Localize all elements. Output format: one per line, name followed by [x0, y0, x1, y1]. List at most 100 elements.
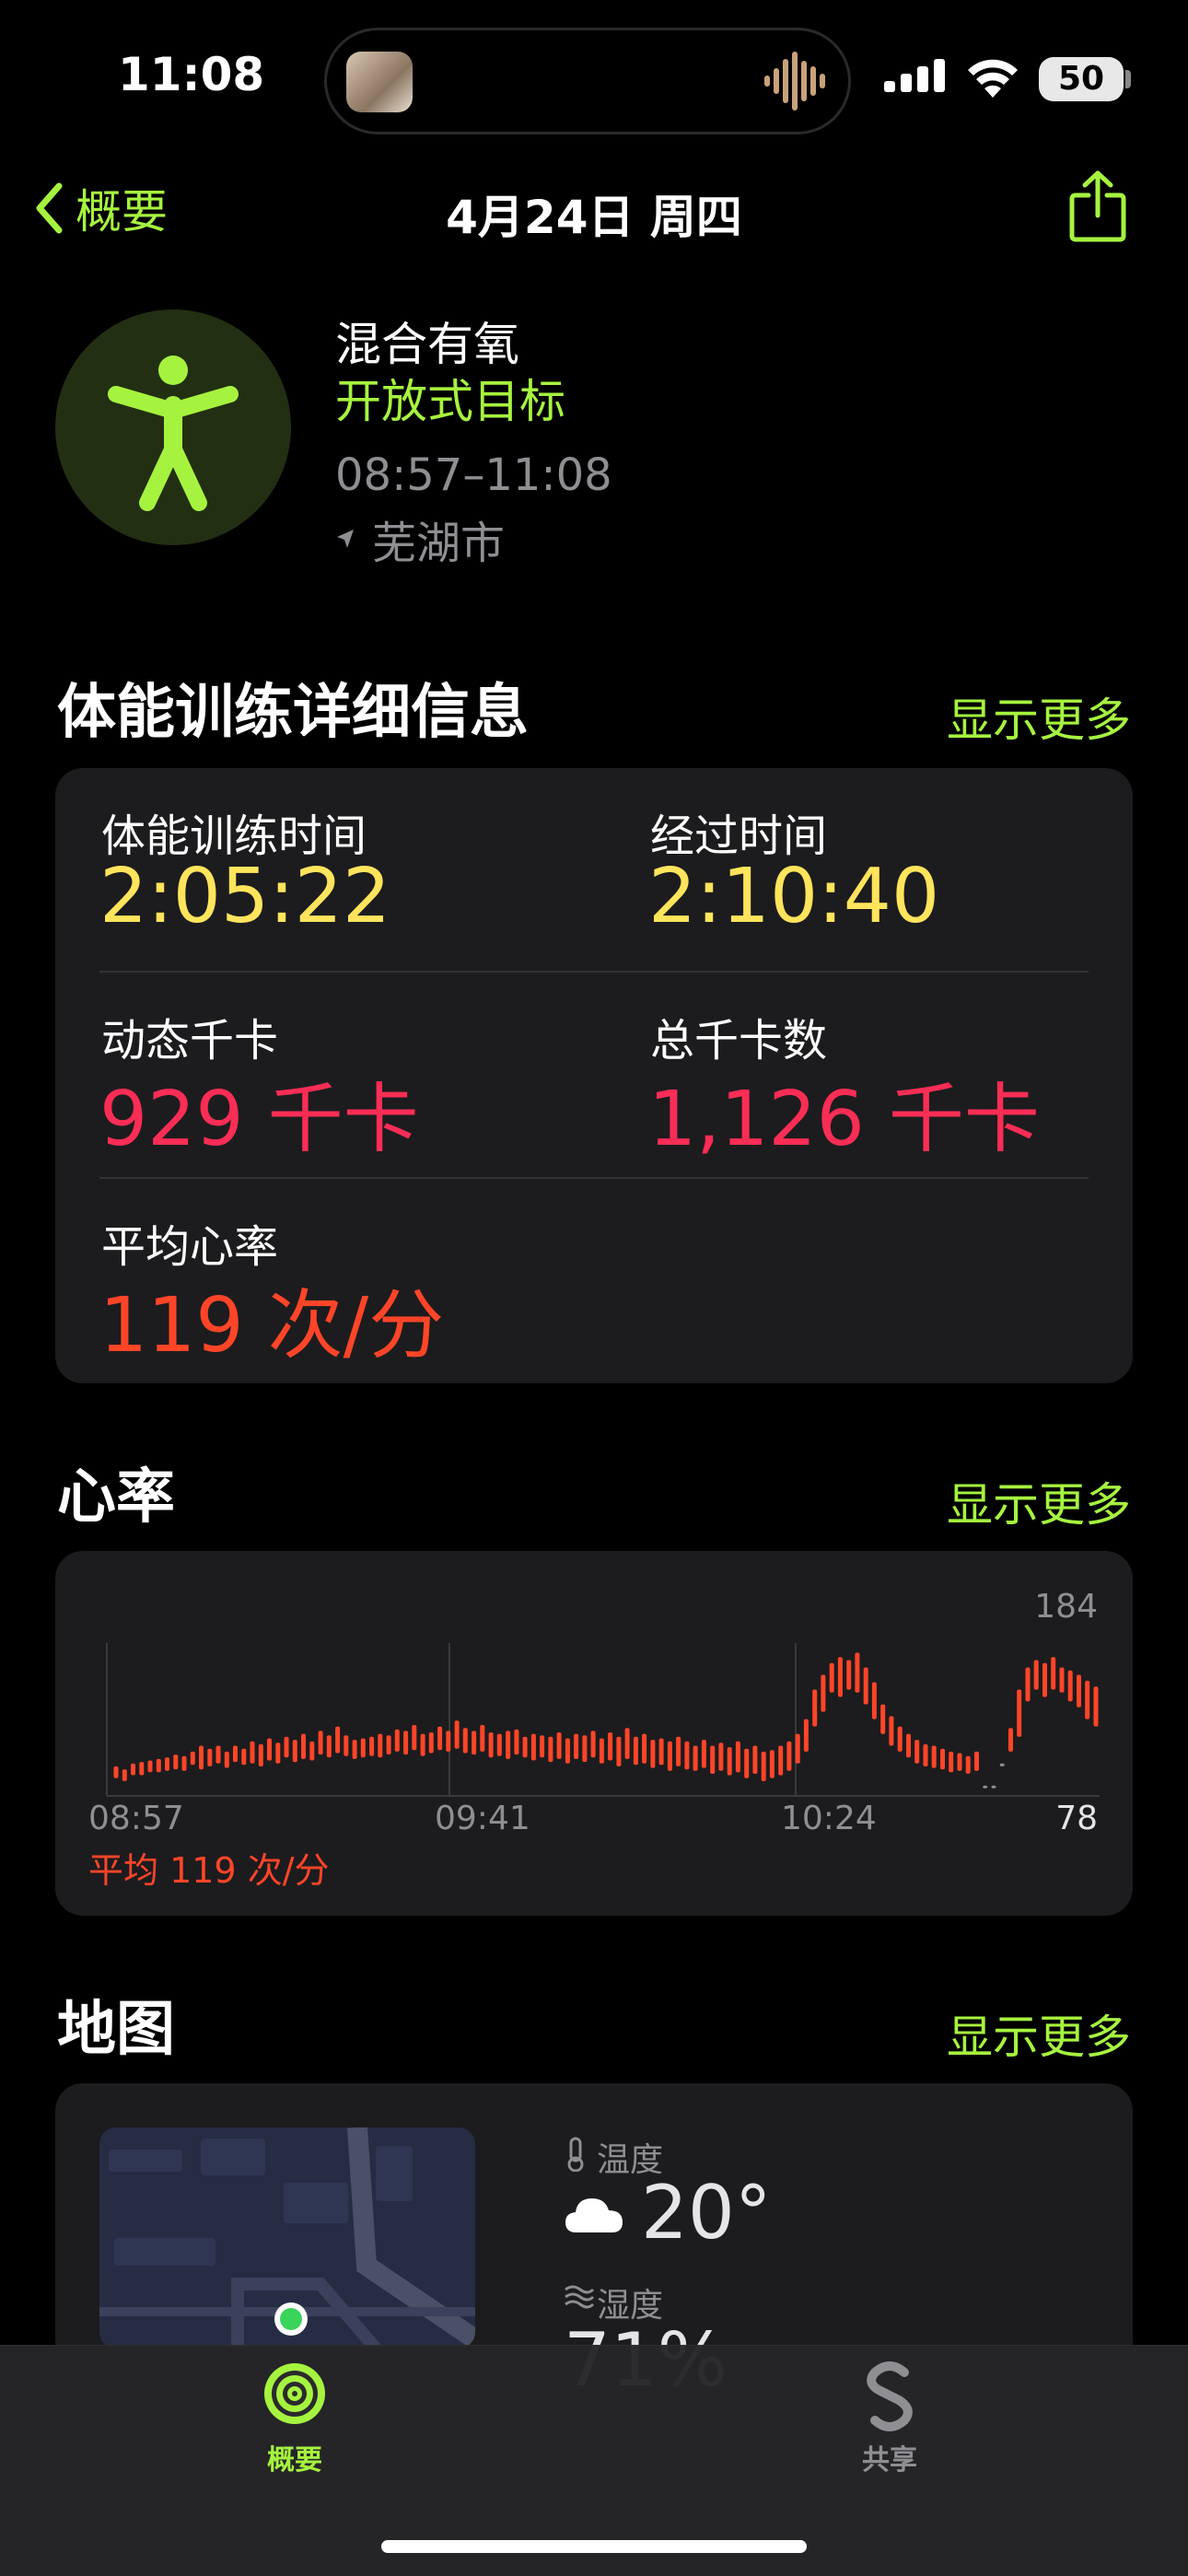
hr-bar: [309, 1741, 315, 1761]
hr-bar: [181, 1755, 187, 1771]
hr-bar: [540, 1735, 545, 1758]
workout-goal: 开放式目标: [335, 375, 565, 428]
hr-bar: [931, 1745, 937, 1768]
hr-bar: [1093, 1686, 1099, 1727]
workout-time-range: 08:57–11:08: [335, 449, 612, 501]
hr-bar: [658, 1738, 664, 1766]
hr-bar: [855, 1652, 860, 1693]
hr-bar: [233, 1745, 238, 1763]
hr-bar: [267, 1738, 272, 1761]
hr-bar: [718, 1743, 724, 1771]
hr-bar: [812, 1689, 818, 1727]
workout-type-badge: [55, 309, 291, 545]
hr-bar: [318, 1731, 323, 1755]
hr-bar: [462, 1728, 468, 1754]
details-section-title: 体能训练详细信息: [57, 679, 529, 747]
thermometer-icon: [567, 2137, 584, 2172]
hr-bar: [1017, 1689, 1022, 1737]
hr-bar: [472, 1731, 477, 1755]
tab-sharing[interactable]: 共享: [816, 2360, 963, 2489]
hr-bar: [1085, 1680, 1090, 1719]
hr-x-label-mid: 09:41: [435, 1800, 530, 1837]
location-text: 芜湖市: [372, 518, 506, 569]
wifi-icon: [968, 59, 1018, 98]
share-icon[interactable]: [1068, 169, 1127, 243]
temperature-value: 20°: [641, 2170, 772, 2255]
hr-bar: [633, 1736, 638, 1766]
hr-bar: [122, 1769, 127, 1781]
home-indicator: [381, 2540, 807, 2553]
tab-sharing-label: 共享: [862, 2444, 917, 2477]
hr-bar: [284, 1736, 289, 1758]
hr-bar: [650, 1740, 656, 1768]
hr-bar: [335, 1726, 341, 1754]
hr-min-label: 78: [1055, 1800, 1098, 1837]
battery-indicator: 50: [1039, 57, 1124, 101]
heart-rate-card[interactable]: 184 08:57 09:41 10:24 78 平均 119 次/分: [55, 1551, 1133, 1916]
hr-bar: [949, 1751, 954, 1773]
hr-bar: [880, 1704, 886, 1734]
tab-summary[interactable]: 概要: [221, 2360, 368, 2489]
hr-bar: [744, 1748, 750, 1778]
hr-bar: [676, 1736, 681, 1766]
hr-x-label-start: 08:57: [88, 1800, 184, 1837]
hr-bar: [1042, 1662, 1047, 1697]
active-kcal-unit: 千卡: [267, 1076, 419, 1163]
chevron-left-icon: [36, 182, 63, 234]
hr-bar: [846, 1660, 852, 1690]
audio-waveform-icon: [764, 52, 825, 111]
hr-bar: [454, 1720, 460, 1749]
divider: [99, 1177, 1089, 1179]
hr-bar: [906, 1733, 911, 1758]
back-label: 概要: [76, 185, 168, 239]
hr-bar: [147, 1760, 153, 1773]
sharing-icon: [867, 2361, 913, 2431]
details-card[interactable]: 体能训练时间 2:05:22 经过时间 2:10:40 动态千卡 929 千卡 …: [55, 768, 1133, 1383]
divider: [99, 971, 1089, 973]
hr-bar: [821, 1674, 826, 1712]
hr-bar: [403, 1731, 409, 1755]
cellular-signal-icon: [884, 59, 945, 92]
hr-bar: [616, 1736, 622, 1766]
hr-bar: [803, 1719, 809, 1752]
hr-bar: [974, 1751, 979, 1771]
hr-bar: [292, 1740, 297, 1763]
hr-bar: [565, 1738, 570, 1764]
avg-hr-unit: 次/分: [267, 1282, 445, 1370]
hr-bar: [530, 1733, 536, 1761]
hr-bar: [412, 1725, 417, 1751]
elapsed-time-value: 2:10:40: [648, 853, 940, 940]
back-button[interactable]: 概要: [35, 175, 168, 241]
heart-rate-section-title: 心率: [57, 1463, 175, 1532]
hr-bar: [608, 1732, 613, 1761]
hr-bar: [301, 1733, 306, 1759]
hr-bar: [165, 1757, 169, 1771]
total-kcal-unit: 千卡: [888, 1076, 1040, 1163]
hr-bar: [983, 1785, 988, 1789]
hr-bar: [897, 1726, 903, 1752]
hr-bar: [999, 1763, 1005, 1766]
details-show-more-link[interactable]: 显示更多: [947, 683, 1131, 750]
tab-summary-label: 概要: [267, 2444, 322, 2477]
hr-bar: [241, 1748, 247, 1766]
avg-hr-metric: 119 次/分: [99, 1264, 444, 1373]
now-playing-artwork[interactable]: [346, 52, 413, 112]
hr-bar: [420, 1733, 425, 1756]
route-map-thumbnail[interactable]: [99, 2127, 475, 2349]
heart-rate-show-more-link[interactable]: 显示更多: [947, 1468, 1131, 1534]
map-show-more-link[interactable]: 显示更多: [947, 2000, 1131, 2067]
hr-bar: [590, 1731, 596, 1758]
hr-bar: [428, 1732, 434, 1754]
hr-bar: [344, 1735, 349, 1756]
hr-bar: [769, 1750, 775, 1778]
hr-bar: [701, 1740, 706, 1768]
hr-bar: [258, 1743, 263, 1766]
hr-bar: [863, 1667, 868, 1705]
hr-bar: [795, 1733, 800, 1764]
hr-bar: [786, 1741, 792, 1771]
hr-bar: [752, 1745, 758, 1774]
hr-bar: [599, 1738, 604, 1764]
hr-bar: [326, 1735, 332, 1758]
hr-x-label-end: 10:24: [781, 1800, 877, 1837]
hr-bar: [207, 1748, 213, 1766]
